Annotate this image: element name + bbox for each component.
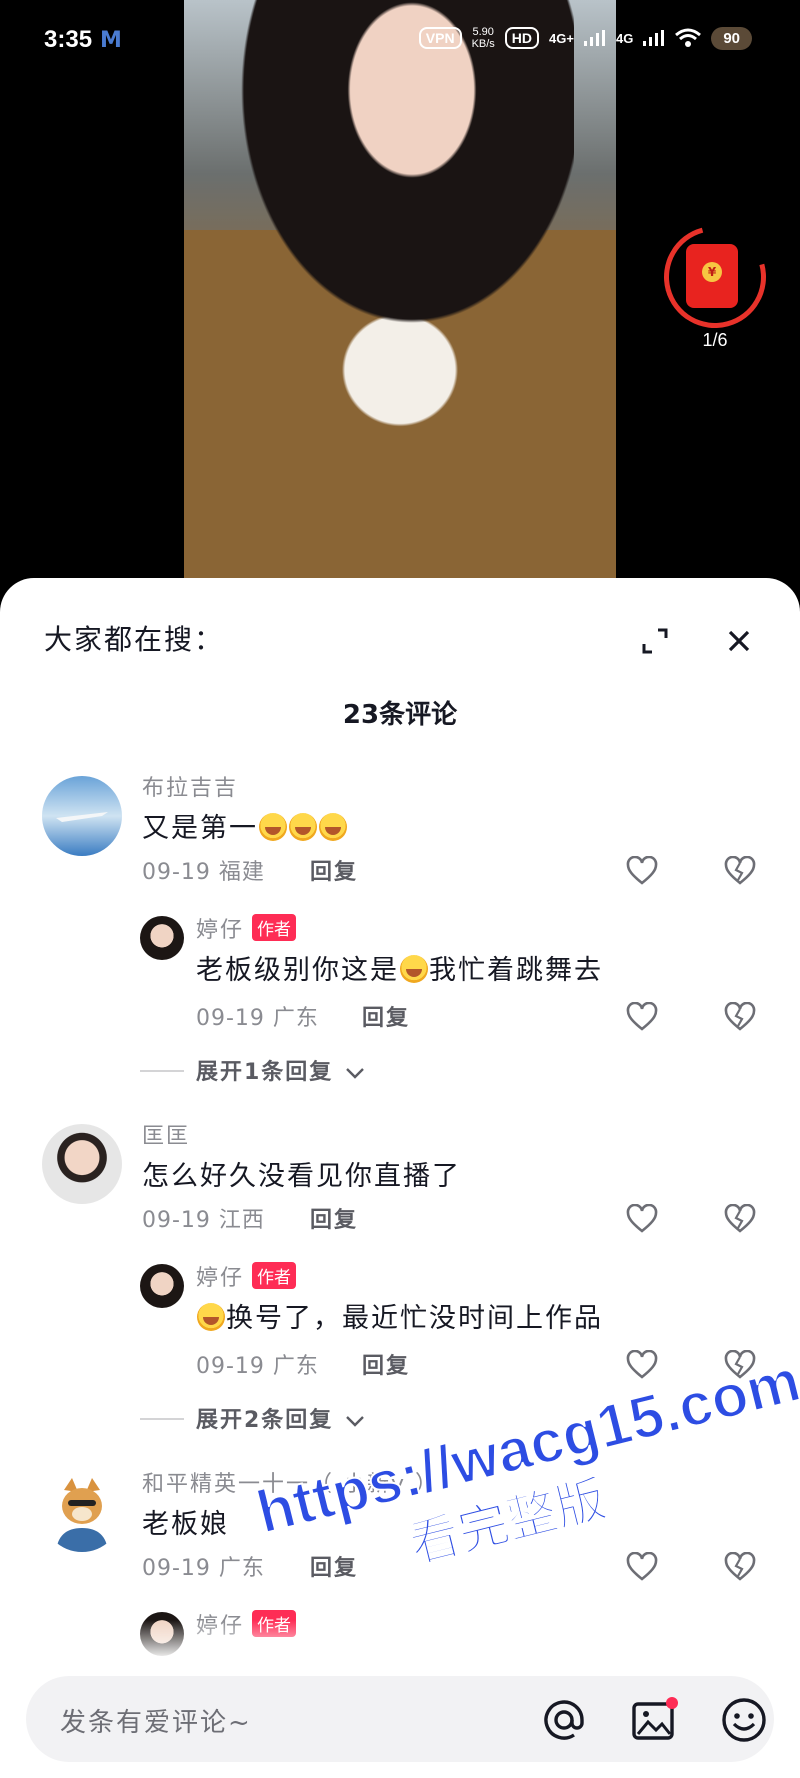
notification-dot: [666, 1697, 678, 1709]
cry-emoji-icon: [400, 955, 428, 983]
red-packet-count: 1/6: [702, 330, 728, 350]
expand-replies-button[interactable]: 展开2条回复: [196, 1402, 367, 1434]
reply-button[interactable]: 回复: [362, 1348, 410, 1380]
like-heart-icon[interactable]: [626, 1002, 658, 1032]
close-icon[interactable]: [722, 624, 756, 658]
comment-date-location: 09-19 福建: [142, 860, 265, 885]
reply-button[interactable]: 回复: [310, 854, 358, 886]
reply-text-after: 我忙着跳舞去: [429, 955, 603, 986]
divider: [140, 1070, 184, 1072]
chevron-down-icon: [346, 1416, 364, 1427]
avatar[interactable]: [42, 1472, 122, 1552]
comment-text: 又是第一: [142, 806, 348, 845]
expand-replies-label: 展开1条回复: [196, 1060, 334, 1085]
video-player[interactable]: [184, 0, 616, 580]
reply-button[interactable]: 回复: [310, 1550, 358, 1582]
divider: [140, 1418, 184, 1420]
dislike-broken-heart-icon[interactable]: [724, 1002, 756, 1032]
comment-count-title: 23条评论: [342, 700, 458, 730]
status-time: 3:35: [44, 26, 93, 53]
dislike-broken-heart-icon[interactable]: [724, 1552, 756, 1582]
app-logo-icon: M: [100, 28, 122, 53]
hd-badge: HD: [504, 27, 540, 49]
comment-text-value: 又是第一: [142, 813, 258, 844]
network-4g: 4G: [615, 30, 634, 46]
dog-avatar-icon: [56, 1478, 108, 1552]
reply-text: 老板级别你这是 我忙着跳舞去: [196, 948, 603, 987]
reply-username-value: 婷仔: [196, 918, 245, 943]
search-hint[interactable]: 大家都在搜：: [44, 618, 224, 658]
comment-username[interactable]: 和平精英一十一（ 小新y ）: [142, 1466, 439, 1498]
comment-text: 怎么好久没看见你直播了: [142, 1161, 461, 1192]
airplane-icon: [56, 812, 108, 822]
reply-username[interactable]: 婷仔作者: [196, 1260, 297, 1292]
comment-input-bar: 发条有爱评论~: [0, 1660, 800, 1778]
wifi-icon: [675, 28, 702, 47]
dislike-broken-heart-icon[interactable]: [724, 856, 756, 886]
vpn-badge: VPN: [418, 27, 462, 49]
reply-text: 换号了，最近忙没时间上作品: [196, 1296, 603, 1335]
comment-sheet: 大家都在搜： 23条评论 布拉吉吉 又是第一 09-19 福建 回复 婷仔 作者 …: [0, 578, 800, 1778]
like-heart-icon[interactable]: [626, 1350, 658, 1380]
list-fade: [0, 1620, 800, 1660]
red-envelope-icon: ¥: [686, 244, 738, 308]
reply-date-location: 09-19 广东: [196, 1006, 319, 1031]
dislike-broken-heart-icon[interactable]: [724, 1350, 756, 1380]
reply-date-location: 09-19 广东: [196, 1354, 319, 1379]
coin-icon: ¥: [702, 262, 722, 282]
dislike-broken-heart-icon[interactable]: [724, 1204, 756, 1234]
expand-replies-label: 展开2条回复: [196, 1408, 334, 1433]
cry-emoji-icon: [259, 813, 287, 841]
status-bar: 3:35 M VPN 5.90 KB/s HD 4G+ 4G 90: [0, 0, 800, 80]
author-avatar[interactable]: [140, 1264, 184, 1308]
network-speed-unit: KB/s: [471, 38, 495, 50]
image-icon[interactable]: [630, 1696, 680, 1744]
reply-button[interactable]: 回复: [310, 1202, 358, 1234]
cry-emoji-icon: [289, 813, 317, 841]
network-4gplus: 4G+: [549, 30, 574, 46]
author-tag: 作者: [252, 914, 297, 941]
battery-indicator: 90: [711, 26, 752, 50]
avatar[interactable]: [42, 776, 122, 856]
expand-icon[interactable]: [640, 626, 670, 656]
cry-emoji-icon: [197, 1303, 225, 1331]
author-tag: 作者: [252, 1262, 297, 1289]
like-heart-icon[interactable]: [626, 1204, 658, 1234]
author-avatar[interactable]: [140, 916, 184, 960]
reply-button[interactable]: 回复: [362, 1000, 410, 1032]
comment-input-placeholder: 发条有爱评论~: [60, 1708, 252, 1738]
signal-icon: [583, 30, 605, 46]
reply-text-after: 换号了，最近忙没时间上作品: [226, 1303, 603, 1334]
comment-username[interactable]: 布拉吉吉: [142, 770, 238, 802]
chevron-down-icon: [346, 1068, 364, 1079]
red-packet-button[interactable]: ¥ 1/6: [645, 207, 785, 350]
cry-emoji-icon: [319, 813, 347, 841]
expand-replies-button[interactable]: 展开1条回复: [196, 1054, 367, 1086]
comment-username[interactable]: 匡匡: [142, 1118, 190, 1150]
reply-username-value: 婷仔: [196, 1266, 245, 1291]
reply-username[interactable]: 婷仔作者: [196, 912, 297, 944]
status-icons: VPN 5.90 KB/s HD 4G+ 4G 90: [418, 26, 752, 50]
mention-at-icon[interactable]: [540, 1696, 588, 1744]
comment-date-location: 09-19 江西: [142, 1208, 265, 1233]
signal-icon-2: [643, 30, 665, 46]
network-speed: 5.90 KB/s: [472, 26, 495, 50]
avatar[interactable]: [42, 1124, 122, 1204]
comment-date-location: 09-19 广东: [142, 1556, 265, 1581]
comment-input[interactable]: 发条有爱评论~: [26, 1676, 774, 1762]
like-heart-icon[interactable]: [626, 1552, 658, 1582]
comment-text: 老板娘: [142, 1509, 229, 1540]
network-speed-value: 5.90: [472, 26, 494, 38]
emoji-icon[interactable]: [720, 1696, 768, 1744]
like-heart-icon[interactable]: [626, 856, 658, 886]
reply-text-before: 老板级别你这是: [196, 955, 399, 986]
